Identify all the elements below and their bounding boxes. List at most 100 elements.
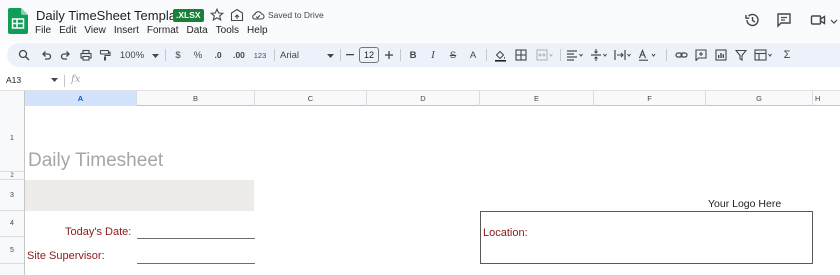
menu-edit[interactable]: Edit	[55, 24, 80, 38]
text-wrapping-button[interactable]	[613, 48, 633, 62]
column-header-d[interactable]: D	[367, 91, 480, 106]
row-header-2[interactable]: 2	[0, 172, 24, 180]
increase-font-size-icon[interactable]	[385, 51, 393, 59]
chart-icon	[715, 49, 727, 61]
text-rotation-button[interactable]	[637, 48, 659, 62]
bold-button[interactable]: B	[407, 48, 419, 62]
more-formats-button[interactable]: 123	[252, 48, 268, 62]
paint-format-button[interactable]	[98, 48, 112, 62]
sheet-grid[interactable]: Daily Timesheet Today's Date: Site Super…	[25, 106, 840, 275]
location-box[interactable]: Location:	[480, 211, 813, 264]
italic-label: I	[431, 49, 435, 61]
column-header-c[interactable]: C	[255, 91, 367, 106]
filter-views-button[interactable]	[753, 48, 775, 62]
undo-button[interactable]	[39, 48, 53, 62]
column-header-b[interactable]: B	[137, 91, 255, 106]
vertical-align-icon	[591, 49, 607, 61]
menu-insert[interactable]: Insert	[110, 24, 143, 38]
column-header-g[interactable]: G	[706, 91, 813, 106]
text-color-button[interactable]: A	[467, 48, 479, 62]
font-size-input[interactable]: 12	[359, 47, 379, 63]
name-box-chevron-down-icon[interactable]	[51, 78, 58, 82]
borders-button[interactable]	[514, 48, 528, 62]
strikethrough-label: S	[449, 49, 457, 61]
version-history-icon[interactable]	[744, 12, 760, 28]
save-status[interactable]: Saved to Drive	[268, 10, 324, 20]
menu-tools[interactable]: Tools	[212, 24, 243, 38]
redo-icon	[60, 51, 70, 60]
zoom-select[interactable]: 100%	[119, 48, 145, 62]
meet-video-icon[interactable]	[810, 12, 826, 28]
text-rotation-icon	[638, 49, 656, 61]
increase-decimal-button[interactable]: .00	[231, 48, 247, 62]
text-wrap-icon	[614, 50, 631, 60]
site-supervisor-label: Site Supervisor:	[27, 250, 105, 262]
decrease-decimal-label: .0	[214, 50, 222, 60]
column-header-a[interactable]: A	[25, 91, 137, 106]
search-menus-button[interactable]	[17, 48, 31, 62]
sheets-logo-icon[interactable]	[8, 8, 28, 34]
menu-bar: File Edit View Insert Format Data Tools …	[31, 24, 272, 38]
menu-help[interactable]: Help	[243, 24, 272, 38]
toolbar-divider	[400, 49, 401, 61]
menu-format[interactable]: Format	[143, 24, 183, 38]
move-to-folder-icon[interactable]	[230, 8, 244, 22]
font-family-select[interactable]: Arial	[280, 48, 320, 62]
row-header-3[interactable]: 3	[0, 180, 24, 211]
menu-file[interactable]: File	[31, 24, 55, 38]
document-title[interactable]: Daily TimeSheet Template	[36, 8, 187, 23]
toolbar-divider	[165, 49, 166, 61]
undo-icon	[42, 51, 52, 60]
borders-icon	[515, 49, 527, 61]
todays-date-label: Today's Date:	[65, 226, 132, 238]
insert-link-button[interactable]	[674, 48, 688, 62]
site-supervisor-field[interactable]	[137, 263, 255, 264]
insert-chart-button[interactable]	[714, 48, 728, 62]
formula-input[interactable]	[90, 74, 830, 88]
font-family-value: Arial	[280, 49, 300, 61]
insert-comment-button[interactable]	[694, 48, 708, 62]
cloud-saved-icon[interactable]	[251, 8, 265, 22]
bold-label: B	[409, 49, 417, 61]
create-filter-button[interactable]	[734, 48, 748, 62]
row-header-4[interactable]: 4	[0, 211, 24, 237]
formula-bar: A13 fx	[0, 72, 840, 90]
todays-date-field[interactable]	[137, 238, 255, 239]
redo-button[interactable]	[59, 48, 73, 62]
logo-placeholder: Your Logo Here	[708, 198, 782, 210]
name-box[interactable]: A13	[6, 75, 21, 85]
menu-data[interactable]: Data	[183, 24, 212, 38]
print-button[interactable]	[79, 48, 93, 62]
format-currency-button[interactable]: $	[173, 48, 183, 62]
vertical-align-button[interactable]	[589, 48, 609, 62]
currency-label: $	[175, 49, 181, 61]
sheet-title: Daily Timesheet	[28, 150, 164, 171]
strikethrough-button[interactable]: S	[447, 48, 459, 62]
functions-button[interactable]: Σ	[781, 48, 793, 62]
select-all-corner[interactable]	[0, 91, 25, 106]
filter-views-icon	[754, 49, 772, 61]
zoom-chevron-down-icon[interactable]	[152, 54, 159, 58]
row-header-5[interactable]: 5	[0, 237, 24, 264]
format-percent-button[interactable]: %	[192, 48, 204, 62]
row-header-1[interactable]: 1	[0, 106, 24, 172]
column-header-h[interactable]: H	[813, 91, 840, 106]
toolbar-divider	[486, 49, 487, 61]
italic-button[interactable]: I	[427, 48, 439, 62]
fill-color-button[interactable]	[493, 48, 507, 62]
increase-decimal-label: .00	[233, 50, 245, 60]
merge-cells-button[interactable]	[535, 48, 555, 62]
decrease-font-size-icon[interactable]	[346, 54, 354, 56]
toolbar: 100% $ % .0 .00 123 Arial 12 B I S A Σ	[7, 43, 840, 67]
align-left-icon	[567, 50, 583, 61]
column-header-f[interactable]: F	[594, 91, 706, 106]
decrease-decimal-button[interactable]: .0	[211, 48, 225, 62]
column-header-e[interactable]: E	[480, 91, 594, 106]
font-chevron-down-icon[interactable]	[327, 54, 334, 58]
star-icon[interactable]	[210, 8, 224, 22]
menu-view[interactable]: View	[80, 24, 110, 38]
horizontal-align-button[interactable]	[565, 48, 585, 62]
file-type-badge: .XLSX	[173, 9, 204, 22]
meet-chevron-down-icon[interactable]	[830, 19, 838, 24]
comments-icon[interactable]	[776, 12, 792, 28]
